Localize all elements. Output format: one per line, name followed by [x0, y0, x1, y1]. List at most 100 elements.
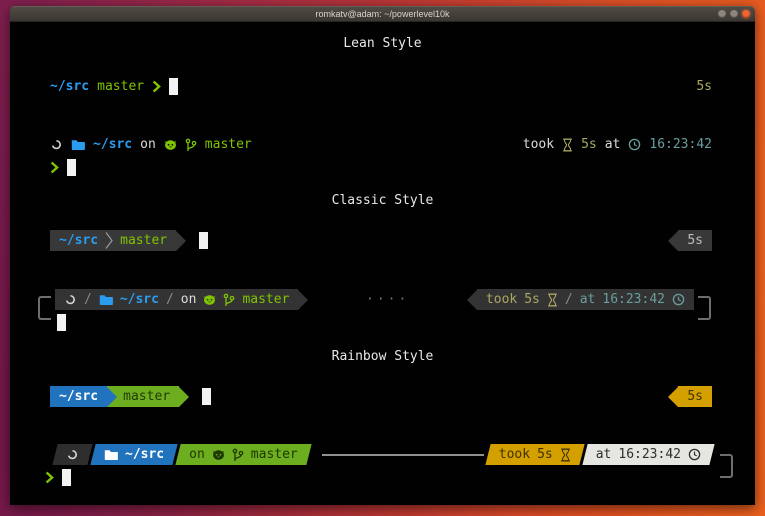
slash-separator: / — [166, 292, 174, 307]
git-branch-icon — [232, 448, 244, 462]
command-duration: 5s — [687, 389, 703, 404]
duration-segment: took 5s — [488, 444, 582, 465]
duration-segment: 5s — [678, 230, 712, 251]
swirl-os-icon — [64, 293, 77, 306]
cursor — [199, 232, 208, 249]
close-button[interactable] — [742, 10, 750, 18]
left-segment: / ~/src / on master — [55, 289, 298, 310]
hourglass-icon — [562, 138, 573, 152]
current-directory: ~/src — [125, 447, 164, 462]
cursor — [67, 159, 76, 176]
dir-vcs-segment: ~/src master — [50, 230, 176, 251]
git-branch-name: master — [251, 447, 298, 462]
gap-filler-dots: ···· — [308, 292, 467, 307]
lean-style-heading: Lean Style — [10, 36, 755, 51]
git-branch-name: master — [97, 79, 144, 94]
slash-separator: / — [84, 292, 92, 307]
current-directory: ~/src — [50, 79, 89, 94]
cursor — [169, 78, 178, 95]
terminal-content[interactable]: Lean Style ~/src master 5s ~/src on — [10, 22, 755, 505]
current-time: 16:23:42 — [649, 137, 712, 152]
dir-segment: ~/src — [50, 386, 107, 407]
maximize-button[interactable] — [730, 10, 738, 18]
at-label: at — [580, 292, 596, 307]
command-duration: 5s — [581, 137, 597, 152]
command-duration: 5s — [696, 79, 712, 94]
prompt-frame-right — [698, 296, 711, 320]
powerline-arrow-icon — [298, 290, 308, 310]
powerline-arrow-icon — [467, 290, 477, 310]
git-branch-icon — [223, 293, 235, 307]
rainbow-style-heading: Rainbow Style — [10, 349, 755, 364]
git-branch-name: master — [242, 292, 289, 307]
git-branch-name: master — [123, 389, 170, 404]
prompt-frame-right — [720, 454, 733, 478]
git-branch-icon — [185, 138, 197, 152]
slash-separator: / — [565, 292, 573, 307]
current-directory: ~/src — [93, 137, 132, 152]
clock-icon — [672, 293, 685, 306]
minimize-button[interactable] — [718, 10, 726, 18]
current-directory: ~/src — [120, 292, 159, 307]
command-duration: 5s — [524, 292, 540, 307]
clock-icon — [628, 138, 641, 151]
rainbow-twoline-prompt: ~/src on master took 5s — [10, 444, 755, 488]
dir-segment: ~/src — [93, 444, 175, 465]
swirl-os-icon — [66, 448, 79, 461]
powerline-arrow-icon — [176, 231, 186, 251]
classic-style-heading: Classic Style — [10, 193, 755, 208]
powerline-arrow-icon — [668, 231, 678, 251]
on-label: on — [140, 137, 156, 152]
took-label: took — [486, 292, 517, 307]
time-segment: at 16:23:42 — [585, 444, 712, 465]
classic-twoline-prompt: / ~/src / on master ···· took 5s — [10, 289, 755, 333]
gap-filler-line — [322, 454, 484, 456]
window-title: romkatv@adam: ~/powerlevel10k — [316, 10, 450, 19]
folder-icon — [99, 294, 113, 306]
on-label: on — [181, 292, 197, 307]
window-titlebar[interactable]: romkatv@adam: ~/powerlevel10k — [10, 6, 755, 22]
vcs-segment: on master — [178, 444, 309, 465]
rainbow-oneline-prompt: ~/src master 5s — [10, 386, 755, 407]
window-controls — [718, 10, 750, 18]
hourglass-icon — [560, 448, 571, 462]
cursor — [202, 388, 211, 405]
prompt-chevron-icon — [152, 80, 161, 93]
folder-icon — [104, 449, 118, 461]
folder-icon — [71, 139, 85, 151]
on-label: on — [189, 447, 205, 462]
cursor — [57, 314, 66, 331]
terminal-window: romkatv@adam: ~/powerlevel10k Lean Style… — [10, 6, 755, 505]
command-duration: 5s — [687, 233, 703, 248]
prompt-chevron-icon — [50, 161, 59, 174]
vcs-segment: master — [107, 386, 179, 407]
lean-twoline-prompt: ~/src on master took 5s at 16:23:42 — [10, 134, 755, 178]
prompt-frame-left — [38, 296, 51, 320]
github-octocat-icon — [164, 139, 177, 151]
current-directory: ~/src — [59, 389, 98, 404]
powerline-arrow-icon — [179, 387, 189, 407]
command-duration: 5s — [537, 447, 553, 462]
prompt-chevron-icon — [45, 471, 54, 484]
thin-chevron-separator-icon — [105, 232, 113, 249]
hourglass-icon — [547, 293, 558, 307]
cursor — [62, 469, 71, 486]
os-segment — [55, 444, 90, 465]
current-time: 16:23:42 — [602, 292, 665, 307]
swirl-os-icon — [50, 138, 63, 151]
current-directory: ~/src — [59, 233, 98, 248]
classic-oneline-prompt: ~/src master 5s — [10, 230, 755, 251]
clock-icon — [688, 448, 701, 461]
took-label: took — [499, 447, 530, 462]
git-branch-name: master — [205, 137, 252, 152]
took-label: took — [523, 137, 554, 152]
at-label: at — [605, 137, 621, 152]
github-octocat-icon — [203, 294, 216, 306]
duration-segment: 5s — [678, 386, 712, 407]
at-label: at — [596, 447, 612, 462]
lean-oneline-prompt: ~/src master 5s — [10, 76, 755, 97]
powerline-arrow-icon — [668, 387, 678, 407]
right-segment: took 5s / at 16:23:42 — [477, 289, 694, 310]
current-time: 16:23:42 — [618, 447, 681, 462]
desktop-background: romkatv@adam: ~/powerlevel10k Lean Style… — [0, 0, 765, 516]
